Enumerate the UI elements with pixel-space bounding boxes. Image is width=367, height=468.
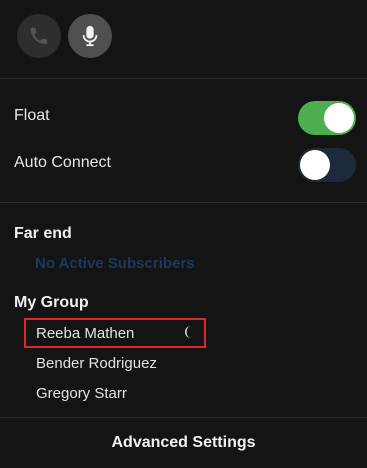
toggle-knob xyxy=(300,150,330,180)
float-toggle[interactable] xyxy=(298,101,356,135)
auto-connect-toggle[interactable] xyxy=(298,148,356,182)
auto-connect-label: Auto Connect xyxy=(14,154,111,171)
no-subscribers-message: No Active Subscribers xyxy=(35,255,195,272)
crescent-icon xyxy=(185,326,191,338)
divider xyxy=(0,78,367,79)
divider xyxy=(0,202,367,203)
group-member-gregory-starr[interactable]: Gregory Starr xyxy=(36,385,127,402)
phone-button[interactable] xyxy=(17,14,61,58)
microphone-icon xyxy=(82,25,98,47)
group-member-reeba-mathen[interactable]: Reeba Mathen xyxy=(36,325,134,342)
float-label: Float xyxy=(14,107,50,124)
advanced-settings-button[interactable]: Advanced Settings xyxy=(0,418,367,468)
toggle-knob xyxy=(324,103,354,133)
phone-icon xyxy=(30,27,48,45)
far-end-title: Far end xyxy=(14,225,72,242)
call-controls-bar xyxy=(0,0,367,78)
my-group-title: My Group xyxy=(14,294,89,311)
group-member-bender-rodriguez[interactable]: Bender Rodriguez xyxy=(36,355,157,372)
microphone-button[interactable] xyxy=(68,14,112,58)
